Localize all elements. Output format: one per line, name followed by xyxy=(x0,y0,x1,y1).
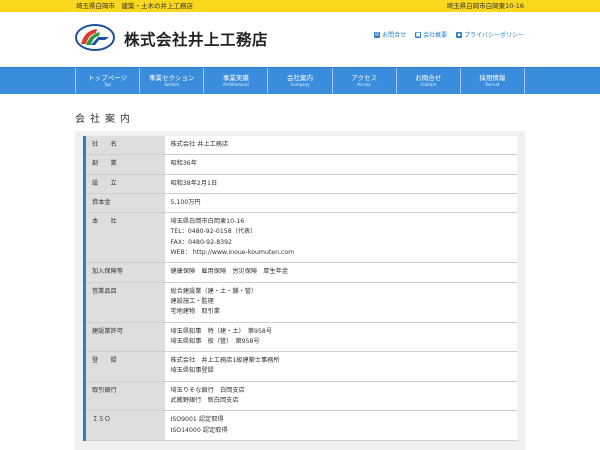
nav-item-sublabel: Access xyxy=(357,82,371,87)
row-label: 資本金 xyxy=(83,193,165,214)
row-label: 加入保険等 xyxy=(83,262,165,283)
table-row: 本 社埼玉県白岡市白岡東10-16 TEL：0480-92-0158（代表） FAX… xyxy=(83,212,517,264)
row-value-line: 健康保険 雇用保険 労災保険 厚生年金 xyxy=(170,268,289,276)
row-value-line: 宅地建物 取引業 xyxy=(170,308,221,316)
row-label: 本 社 xyxy=(83,212,165,264)
table-row: 社 名株式会社 井上工務店 xyxy=(83,136,517,156)
row-value-line: 総合建設業（建・土・舗・管） xyxy=(170,287,258,295)
nav-item-section[interactable]: 事業セクション Section xyxy=(140,68,205,94)
row-value-line: 5,100万円 xyxy=(170,198,201,206)
row-label: 取引銀行 xyxy=(83,381,165,412)
company-info-panel: 社 名株式会社 井上工務店創 業昭和36年設 立昭和38年2月1日 資本金 5,10… xyxy=(75,131,525,450)
row-label: ＩＳＯ xyxy=(83,410,165,441)
row-label: 建設業許可 xyxy=(83,322,165,353)
row-value: 埼玉県知事 特（建・土） 第958号 埼玉県知事 般（管） 第958号 xyxy=(164,322,517,353)
nav-item-contact[interactable]: お問合せ Contact xyxy=(397,68,461,94)
row-value-line: 株式会社 井上工務店 xyxy=(170,141,229,148)
utility-links: ✉ お問合せ ■ 会社概要 ▪ プライバシーポリシー xyxy=(374,30,524,39)
row-value-line: 株式会社 井上工務店1級建築士事務所 xyxy=(170,357,280,365)
site-header: 株式会社井上工務店 ✉ お問合せ ■ 会社概要 ▪ プライバシーポリシー xyxy=(0,12,600,67)
row-value: 健康保険 雇用保険 労災保険 厚生年金 xyxy=(164,262,517,283)
row-value-line[interactable]: WEB： http://www.inoue-koumuten.com xyxy=(171,248,512,258)
tagline: 埼玉県白岡市 建築・土木の井上工務店 xyxy=(76,2,193,10)
table-row: 資本金 5,100万円 xyxy=(83,193,517,214)
table-row: 営業品目 総合建設業（建・土・舗・管） 建設施工・監理 宅地建物 取引業 xyxy=(83,282,517,323)
nav-item-label: 事業セクション xyxy=(148,74,195,82)
nav-item-recruit[interactable]: 採用情報 Recruit xyxy=(461,68,525,94)
nav-item-sublabel: Architectural xyxy=(223,82,249,87)
row-value-line: 建設施工・監理 xyxy=(170,297,214,305)
nav-item-label: トップページ xyxy=(88,74,127,82)
nav-item-sublabel: Recruit xyxy=(485,82,500,87)
main-nav-items: トップページ Top 事業セクション Section 事業実績 Architectural… xyxy=(75,68,525,94)
table-row: 登 録株式会社 井上工務店1級建築士事務所 埼玉県知事登録 xyxy=(83,351,517,382)
row-value-line: 埼玉県白岡市白岡東10-16 xyxy=(170,218,245,226)
table-row: 取引銀行 埼玉りそな銀行 白岡支店 武蔵野銀行 新白岡支店 xyxy=(83,381,517,412)
nav-item-sublabel: Top xyxy=(104,82,111,87)
table-row: ＩＳＯ ISO9001 認定取得 ISO14000 認定取得 xyxy=(83,410,517,441)
mail-icon: ✉ xyxy=(374,31,381,38)
row-value: 株式会社 井上工務店1級建築士事務所 埼玉県知事登録 xyxy=(164,351,517,382)
table-row: 設 立昭和38年2月1日 xyxy=(83,174,517,194)
nav-item-sublabel: Company xyxy=(290,82,310,87)
row-value-line: TEL：0480-92-0158（代表） xyxy=(170,228,257,236)
row-value-line: 埼玉りそな銀行 白岡支店 xyxy=(170,386,245,394)
row-value: 昭和38年2月1日 xyxy=(164,174,517,194)
row-value-line: 埼玉県知事登録 xyxy=(170,367,214,375)
nav-item-label: アクセス xyxy=(351,74,377,82)
nav-item-label: お問合せ xyxy=(415,74,442,82)
util-link-label: お問合せ xyxy=(382,32,407,39)
row-label: 登 録 xyxy=(83,351,165,382)
row-value-line: 埼玉県知事 特（建・土） 第958号 xyxy=(170,327,273,335)
table-row: 創 業昭和36年 xyxy=(83,154,517,175)
util-link-2[interactable]: ▪ プライバシーポリシー xyxy=(456,30,524,39)
nav-item-access[interactable]: アクセス Access xyxy=(333,68,397,94)
top-info-bar: 埼玉県白岡市 建築・土木の井上工務店 埼玉県白岡市白岡東10-16 xyxy=(0,0,600,12)
company-logo-icon[interactable] xyxy=(75,24,115,51)
util-link-0[interactable]: ✉ お問合せ xyxy=(374,30,406,39)
util-link-label: プライバシーポリシー xyxy=(464,32,524,39)
building-icon: ■ xyxy=(415,31,422,38)
table-row: 建設業許可 埼玉県知事 特（建・土） 第958号 埼玉県知事 般（管） 第958号 xyxy=(83,322,517,353)
nav-item-architectural[interactable]: 事業実績 Architectural xyxy=(204,68,269,94)
row-value: 株式会社 井上工務店 xyxy=(164,136,517,156)
nav-item-label: 会社案内 xyxy=(286,74,313,82)
util-link-label: 会社概要 xyxy=(423,32,448,39)
row-value-line: 埼玉県知事 般（管） 第958号 xyxy=(170,337,260,345)
company-name[interactable]: 株式会社井上工務店 xyxy=(124,28,268,50)
row-label: 設 立 xyxy=(83,174,165,194)
row-value-line: ISO9001 認定取得 xyxy=(170,416,224,424)
nav-item-top[interactable]: トップページ Top xyxy=(76,68,141,94)
row-value: 埼玉りそな銀行 白岡支店 武蔵野銀行 新白岡支店 xyxy=(164,381,517,412)
row-value: 埼玉県白岡市白岡東10-16 TEL：0480-92-0158（代表） FAX：04… xyxy=(164,212,517,264)
row-value-line: 昭和38年2月1日 xyxy=(170,179,218,187)
lock-icon: ▪ xyxy=(456,31,463,38)
nav-item-label: 採用情報 xyxy=(479,74,506,82)
row-label: 営業品目 xyxy=(83,282,165,323)
row-value: ISO9001 認定取得 ISO14000 認定取得 xyxy=(164,410,517,441)
nav-item-sublabel: Contact xyxy=(420,82,437,87)
row-value-line: 昭和36年 xyxy=(170,160,197,168)
nav-item-company[interactable]: 会社案内 Company xyxy=(268,68,333,94)
row-value-line: 武蔵野銀行 新白岡支店 xyxy=(170,397,239,405)
nav-item-label: 事業実績 xyxy=(222,74,249,82)
row-value: 5,100万円 xyxy=(164,193,517,214)
nav-item-sublabel: Section xyxy=(164,82,180,87)
util-link-1[interactable]: ■ 会社概要 xyxy=(415,30,447,39)
company-info-table: 社 名株式会社 井上工務店創 業昭和36年設 立昭和38年2月1日 資本金 5,10… xyxy=(83,136,517,441)
row-label: 創 業 xyxy=(83,154,165,175)
row-value-line: FAX：0480-92-8392 xyxy=(170,238,232,246)
table-row: 加入保険等 健康保険 雇用保険 労災保険 厚生年金 xyxy=(83,262,517,283)
row-value-line: ISO14000 認定取得 xyxy=(170,426,228,434)
page-title: 会社案内 xyxy=(75,114,135,125)
main-nav: トップページ Top 事業セクション Section 事業実績 Architectural… xyxy=(0,67,600,94)
row-label: 社 名 xyxy=(83,136,165,156)
row-value: 昭和36年 xyxy=(164,154,517,175)
row-value: 総合建設業（建・土・舗・管） 建設施工・監理 宅地建物 取引業 xyxy=(164,282,517,323)
header-address: 埼玉県白岡市白岡東10-16 xyxy=(446,2,524,10)
